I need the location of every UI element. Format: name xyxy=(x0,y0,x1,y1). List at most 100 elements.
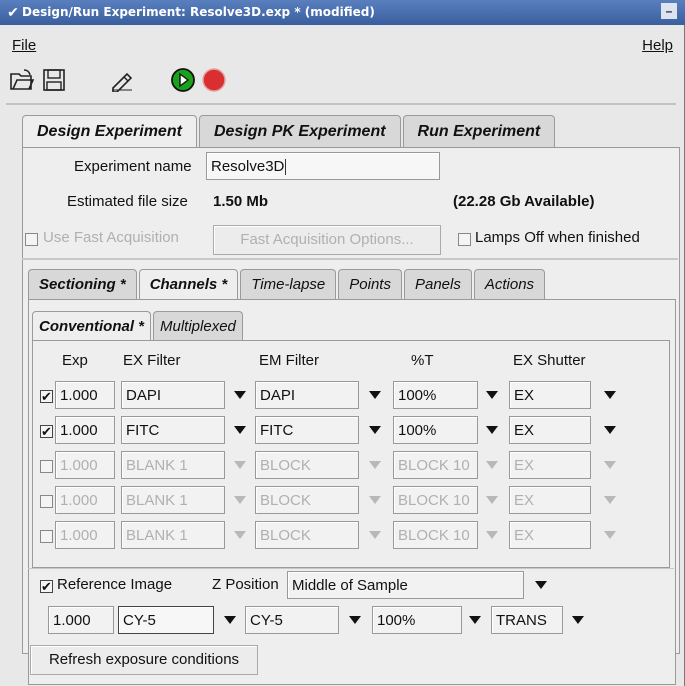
channel-shutter-select[interactable]: EX xyxy=(509,416,591,444)
channel-em-filter-select[interactable]: FITC xyxy=(255,416,359,444)
channel-em-filter-dropdown[interactable] xyxy=(365,521,385,549)
channel-exp-input[interactable]: 1.000 xyxy=(55,451,115,479)
channel-ex-filter-dropdown[interactable] xyxy=(230,521,250,549)
channel-ex-filter-select[interactable]: BLANK 1 xyxy=(121,451,225,479)
tab-run-experiment[interactable]: Run Experiment xyxy=(402,115,556,148)
window-menu-icon[interactable]: ✔ xyxy=(4,3,22,21)
col-header-exp: Exp xyxy=(62,352,88,369)
channel-ex-filter-dropdown[interactable] xyxy=(230,381,250,409)
channel-pct-t-dropdown[interactable] xyxy=(482,486,502,514)
tab-panels[interactable]: Panels xyxy=(403,269,472,300)
menu-file[interactable]: File xyxy=(12,37,36,54)
title-bar[interactable]: ✔ Design/Run Experiment: Resolve3D.exp *… xyxy=(0,0,685,25)
channel-em-filter-dropdown[interactable] xyxy=(365,451,385,479)
reference-ex-filter-select[interactable]: CY-5 xyxy=(118,606,214,634)
channel-exp-input[interactable]: 1.000 xyxy=(55,381,115,409)
experiment-name-input[interactable]: Resolve3D xyxy=(206,152,440,180)
channel-em-filter-select[interactable]: BLOCK xyxy=(255,486,359,514)
lamps-off-checkbox[interactable] xyxy=(458,233,471,246)
channel-em-filter-dropdown[interactable] xyxy=(365,381,385,409)
channel-shutter-dropdown[interactable] xyxy=(600,381,620,409)
channel-pct-t-select[interactable]: BLOCK 10 xyxy=(393,521,478,549)
tab-conventional[interactable]: Conventional * xyxy=(32,311,152,343)
channel-shutter-select[interactable]: EX xyxy=(509,521,591,549)
channel-em-filter-dropdown[interactable] xyxy=(365,486,385,514)
open-button[interactable] xyxy=(8,66,36,94)
channel-ex-filter-dropdown[interactable] xyxy=(230,486,250,514)
tab-channels[interactable]: Channels * xyxy=(138,269,239,301)
sub-tab-bar: Sectioning * Channels * Time-lapse Point… xyxy=(28,269,547,301)
channel-pct-t-select[interactable]: 100% xyxy=(393,416,478,444)
channel-checkbox[interactable] xyxy=(40,460,53,473)
channel-pct-t-dropdown[interactable] xyxy=(482,416,502,444)
reference-em-filter-dropdown[interactable] xyxy=(345,606,365,634)
channel-shutter-select[interactable]: EX xyxy=(509,381,591,409)
tab-points[interactable]: Points xyxy=(338,269,402,300)
stop-button[interactable] xyxy=(200,66,228,94)
channel-em-filter-dropdown[interactable] xyxy=(365,416,385,444)
tab-sectioning[interactable]: Sectioning * xyxy=(28,269,137,300)
channel-shutter-dropdown[interactable] xyxy=(600,451,620,479)
channel-exp-input[interactable]: 1.000 xyxy=(55,486,115,514)
channel-checkbox[interactable]: ✔ xyxy=(40,425,53,438)
channel-pct-t-select[interactable]: BLOCK 10 xyxy=(393,486,478,514)
edit-button[interactable] xyxy=(108,66,136,94)
chevron-down-icon xyxy=(486,391,498,399)
z-position-dropdown[interactable] xyxy=(531,571,551,599)
reference-shutter-dropdown[interactable] xyxy=(568,606,588,634)
minimize-button[interactable]: – xyxy=(661,3,677,19)
reference-shutter-select[interactable]: TRANS xyxy=(491,606,563,634)
reference-image-checkbox[interactable]: ✔ xyxy=(40,580,53,593)
channel-checkbox[interactable] xyxy=(40,530,53,543)
reference-exp-input[interactable]: 1.000 xyxy=(48,606,114,634)
reference-pct-t-dropdown[interactable] xyxy=(465,606,485,634)
window-title: Design/Run Experiment: Resolve3D.exp * (… xyxy=(22,5,375,19)
channel-checkbox[interactable] xyxy=(40,495,53,508)
channel-ex-filter-select[interactable]: DAPI xyxy=(121,381,225,409)
run-button[interactable] xyxy=(169,66,197,94)
refresh-exposure-button[interactable]: Refresh exposure conditions xyxy=(30,645,258,675)
channel-ex-filter-select[interactable]: BLANK 1 xyxy=(121,521,225,549)
tab-actions[interactable]: Actions xyxy=(473,269,546,300)
channel-shutter-select[interactable]: EX xyxy=(509,451,591,479)
menu-help[interactable]: Help xyxy=(642,37,673,54)
experiment-window: ✔ Design/Run Experiment: Resolve3D.exp *… xyxy=(0,0,685,686)
channel-shutter-dropdown[interactable] xyxy=(600,416,620,444)
channel-ex-filter-dropdown[interactable] xyxy=(230,416,250,444)
channel-checkbox[interactable]: ✔ xyxy=(40,390,53,403)
main-tab-bar: Design Experiment Design PK Experiment R… xyxy=(22,115,557,149)
channel-pct-t-dropdown[interactable] xyxy=(482,521,502,549)
reference-ex-filter-dropdown[interactable] xyxy=(220,606,240,634)
channel-exp-input[interactable]: 1.000 xyxy=(55,521,115,549)
channel-pct-t-dropdown[interactable] xyxy=(482,451,502,479)
fast-acquisition-checkbox[interactable] xyxy=(25,233,38,246)
save-disk-icon xyxy=(43,69,65,91)
channel-exp-input[interactable]: 1.000 xyxy=(55,416,115,444)
channel-ex-filter-select[interactable]: FITC xyxy=(121,416,225,444)
chevron-down-icon xyxy=(369,461,381,469)
channel-shutter-dropdown[interactable] xyxy=(600,486,620,514)
channel-em-filter-select[interactable]: BLOCK xyxy=(255,521,359,549)
z-position-select[interactable]: Middle of Sample xyxy=(287,571,524,599)
tab-time-lapse[interactable]: Time-lapse xyxy=(240,269,337,300)
tab-design-experiment[interactable]: Design Experiment xyxy=(22,115,197,149)
channel-ex-filter-select[interactable]: BLANK 1 xyxy=(121,486,225,514)
channel-shutter-dropdown[interactable] xyxy=(600,521,620,549)
save-button[interactable] xyxy=(40,66,68,94)
channel-em-filter-select[interactable]: BLOCK xyxy=(255,451,359,479)
chevron-down-icon xyxy=(224,616,236,624)
reference-pct-t-select[interactable]: 100% xyxy=(372,606,462,634)
fast-acquisition-options-button[interactable]: Fast Acquisition Options... xyxy=(213,225,441,255)
channel-shutter-select[interactable]: EX xyxy=(509,486,591,514)
channel-pct-t-select[interactable]: 100% xyxy=(393,381,478,409)
reference-em-filter-select[interactable]: CY-5 xyxy=(245,606,339,634)
tab-multiplexed[interactable]: Multiplexed xyxy=(153,311,243,342)
chevron-down-icon xyxy=(604,496,616,504)
experiment-name-label: Experiment name xyxy=(74,158,192,175)
channel-pct-t-select[interactable]: BLOCK 10 xyxy=(393,451,478,479)
channel-em-filter-select[interactable]: DAPI xyxy=(255,381,359,409)
channel-ex-filter-dropdown[interactable] xyxy=(230,451,250,479)
chevron-down-icon xyxy=(604,531,616,539)
tab-design-pk-experiment[interactable]: Design PK Experiment xyxy=(198,115,401,148)
channel-pct-t-dropdown[interactable] xyxy=(482,381,502,409)
